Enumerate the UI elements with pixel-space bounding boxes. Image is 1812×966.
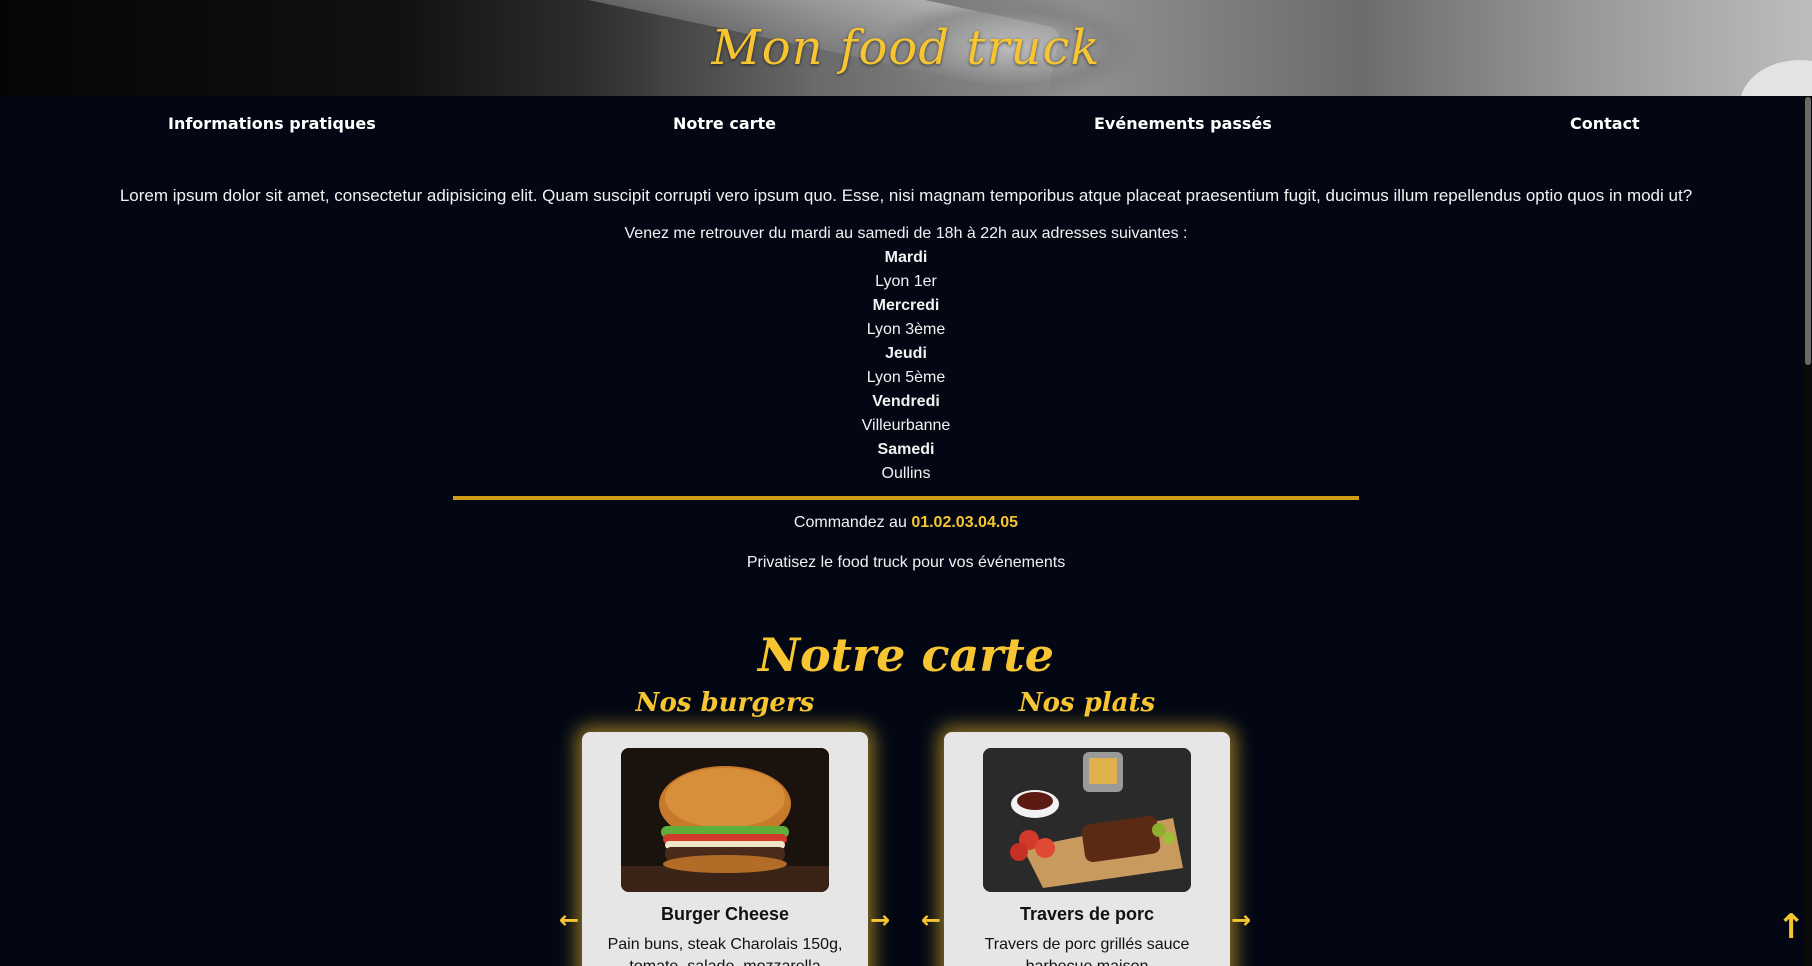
menu-section-title: Notre carte	[757, 628, 1055, 682]
menu-card-plat: Travers de porc Travers de porc grillés …	[944, 732, 1230, 966]
arrow-right-icon[interactable]: →	[868, 908, 892, 932]
arrow-right-icon[interactable]: →	[1229, 908, 1253, 932]
arrow-left-icon[interactable]: ←	[919, 908, 943, 932]
ribs-photo	[983, 748, 1191, 892]
hero-banner: Mon food truck	[0, 0, 1812, 96]
schedule-day: Mardi	[884, 249, 928, 266]
site-title: Mon food truck	[711, 20, 1101, 76]
schedule-place: Lyon 5ème	[866, 369, 946, 386]
category-title-burgers: Nos burgers	[635, 688, 815, 718]
category-title-plats: Nos plats	[1018, 688, 1156, 718]
schedule-intro: Venez me retrouver du mardi au samedi de…	[624, 225, 1188, 242]
menu-item-name: Burger Cheese	[660, 904, 790, 924]
scrollbar-thumb[interactable]	[1805, 97, 1811, 365]
schedule-day: Jeudi	[885, 345, 927, 362]
divider	[453, 496, 1359, 500]
nav-item-carte[interactable]: Notre carte	[673, 114, 776, 133]
main-nav: Informations pratiques Notre carte Evéne…	[0, 96, 1804, 154]
schedule-day: Samedi	[877, 441, 935, 458]
nav-item-contact[interactable]: Contact	[1570, 114, 1640, 133]
menu-item-name: Travers de porc	[1019, 904, 1155, 924]
burger-photo	[621, 748, 829, 892]
order-line: Commandez au 01.02.03.04.05	[0, 514, 1812, 532]
schedule-day: Vendredi	[872, 393, 940, 410]
nav-item-informations[interactable]: Informations pratiques	[168, 114, 376, 133]
nav-item-evenements[interactable]: Evénements passés	[1094, 114, 1272, 133]
menu-item-desc: Pain buns, steak Charolais 150g, tomate,…	[607, 936, 843, 966]
private-events-text: Privatisez le food truck pour vos événem…	[746, 554, 1066, 571]
schedule-day: Mercredi	[872, 297, 940, 314]
intro-text: Lorem ipsum dolor sit amet, consectetur …	[119, 186, 1693, 205]
order-prefix: Commandez au	[793, 514, 907, 531]
schedule-place: Lyon 1er	[875, 273, 937, 290]
menu-card-burger: Burger Cheese Pain buns, steak Charolais…	[582, 732, 868, 966]
menu-item-desc: Travers de porc grillés sauce barbecue m…	[984, 936, 1190, 966]
schedule-place: Villeurbanne	[861, 417, 951, 434]
arrow-left-icon[interactable]: ←	[557, 908, 581, 932]
schedule-place: Lyon 3ème	[866, 321, 946, 338]
arrow-up-icon[interactable]: ↑	[1776, 910, 1806, 944]
phone-number[interactable]: 01.02.03.04.05	[911, 514, 1018, 531]
schedule-place: Oullins	[881, 465, 931, 482]
schedule: Venez me retrouver du mardi au samedi de…	[0, 222, 1812, 486]
